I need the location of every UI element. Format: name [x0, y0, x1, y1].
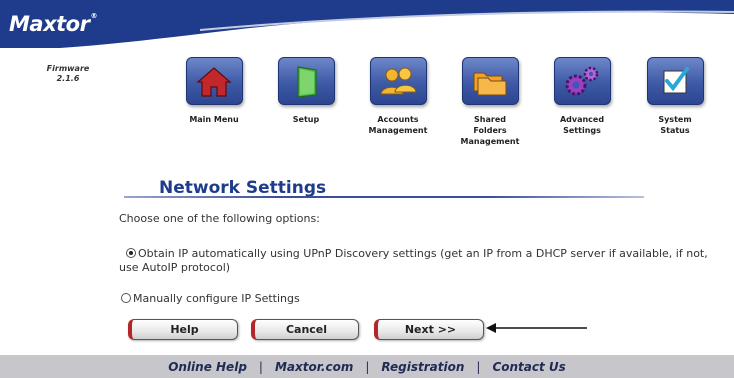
footer-link-registration[interactable]: Registration [381, 360, 464, 374]
footer-separator: | [365, 359, 370, 374]
radio-obtain-ip-automatically[interactable] [126, 248, 136, 258]
footer-link-online-help[interactable]: Online Help [168, 360, 247, 374]
cancel-button[interactable]: Cancel [251, 319, 359, 340]
option-label: Manually configure IP Settings [133, 292, 300, 305]
option-manual-ip[interactable]: Manually configure IP Settings [121, 292, 300, 306]
nav-item-advanced-settings[interactable]: Advanced Settings [537, 57, 627, 136]
gears-icon [553, 57, 611, 105]
nav-item-accounts-management[interactable]: Accounts Management [353, 57, 443, 136]
radio-manual-ip[interactable] [121, 293, 131, 303]
firmware-version: Firmware 2.1.6 [46, 64, 90, 83]
checkmark-icon [646, 57, 704, 105]
door-icon [277, 57, 335, 105]
option-obtain-ip-automatically[interactable]: Obtain IP automatically using UPnP Disco… [119, 247, 719, 275]
header-swoosh [0, 0, 734, 48]
nav-item-main-menu[interactable]: Main Menu [169, 57, 259, 125]
page-title: Network Settings [159, 178, 327, 198]
title-divider [124, 196, 644, 198]
footer-link-contact-us[interactable]: Contact Us [492, 360, 565, 374]
option-label: Obtain IP automatically using UPnP Disco… [119, 247, 708, 274]
nav-item-shared-folders-management[interactable]: Shared Folders Management [445, 57, 535, 147]
folders-icon [461, 57, 519, 105]
footer-separator: | [258, 359, 263, 374]
footer-links: Online Help | Maxtor.com | Registration … [0, 355, 734, 378]
users-icon [369, 57, 427, 105]
house-icon [185, 57, 243, 105]
nav-item-system-status[interactable]: System Status [630, 57, 720, 136]
footer-link-maxtor-com[interactable]: Maxtor.com [275, 360, 353, 374]
maxtor-logo: Maxtor® [9, 12, 97, 36]
header-banner: Maxtor® [0, 0, 734, 48]
help-button[interactable]: Help [128, 319, 238, 340]
options-prompt: Choose one of the following options: [119, 212, 320, 225]
pointer-arrow [486, 323, 587, 333]
next-button[interactable]: Next >> [374, 319, 484, 340]
footer-separator: | [476, 359, 481, 374]
nav-item-setup[interactable]: Setup [261, 57, 351, 125]
